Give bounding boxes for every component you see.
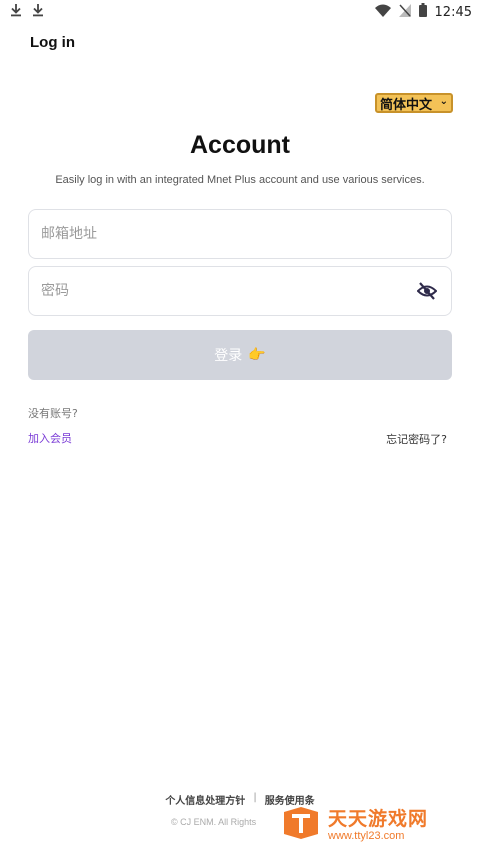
status-right: 12:45 (374, 3, 472, 22)
footer-links: 个人信息处理方针 | 服务使用条 (0, 792, 480, 807)
status-left (10, 3, 44, 22)
login-button[interactable]: 登录 👉 (28, 330, 452, 380)
status-bar: 12:45 (0, 0, 480, 22)
page-title-login: Log in (30, 34, 75, 51)
eye-off-icon[interactable] (416, 282, 438, 305)
language-select-value: 简体中文 (380, 97, 433, 113)
forgot-password-link[interactable]: 忘记密码了? (386, 431, 447, 447)
chevron-down-icon: ⌄ (439, 96, 448, 107)
login-button-label: 登录 (214, 348, 243, 364)
watermark-name: 天天游戏网 (328, 807, 429, 830)
footer-separator: | (253, 792, 257, 803)
email-field[interactable] (28, 209, 452, 259)
battery-icon (418, 3, 427, 22)
privacy-policy-link[interactable]: 个人信息处理方针 (165, 792, 245, 807)
watermark-logo-icon (280, 806, 322, 845)
language-select[interactable]: 简体中文 ⌄ (375, 93, 453, 113)
password-input[interactable] (29, 267, 451, 315)
pointing-hand-icon: 👉 (248, 347, 266, 363)
password-field[interactable] (28, 266, 452, 316)
watermark-url: www.ttyl23.com (328, 829, 405, 842)
watermark-text: 天天游戏网 www.ttyl23.com (328, 807, 429, 842)
status-time: 12:45 (434, 5, 472, 20)
download-icon (32, 3, 44, 22)
terms-of-service-link[interactable]: 服务使用条 (265, 792, 315, 807)
account-subtitle: Easily log in with an integrated Mnet Pl… (55, 174, 425, 186)
no-signal-icon (398, 3, 411, 22)
email-input[interactable] (29, 210, 451, 258)
copyright-text: © CJ ENM. All Rights (171, 817, 257, 827)
account-title: Account (190, 131, 290, 159)
no-account-text: 没有账号? (28, 407, 78, 420)
wifi-icon (374, 4, 391, 22)
join-member-link[interactable]: 加入会员 (28, 430, 72, 446)
download-icon (10, 3, 22, 22)
watermark: 天天游戏网 www.ttyl23.com (280, 806, 428, 845)
